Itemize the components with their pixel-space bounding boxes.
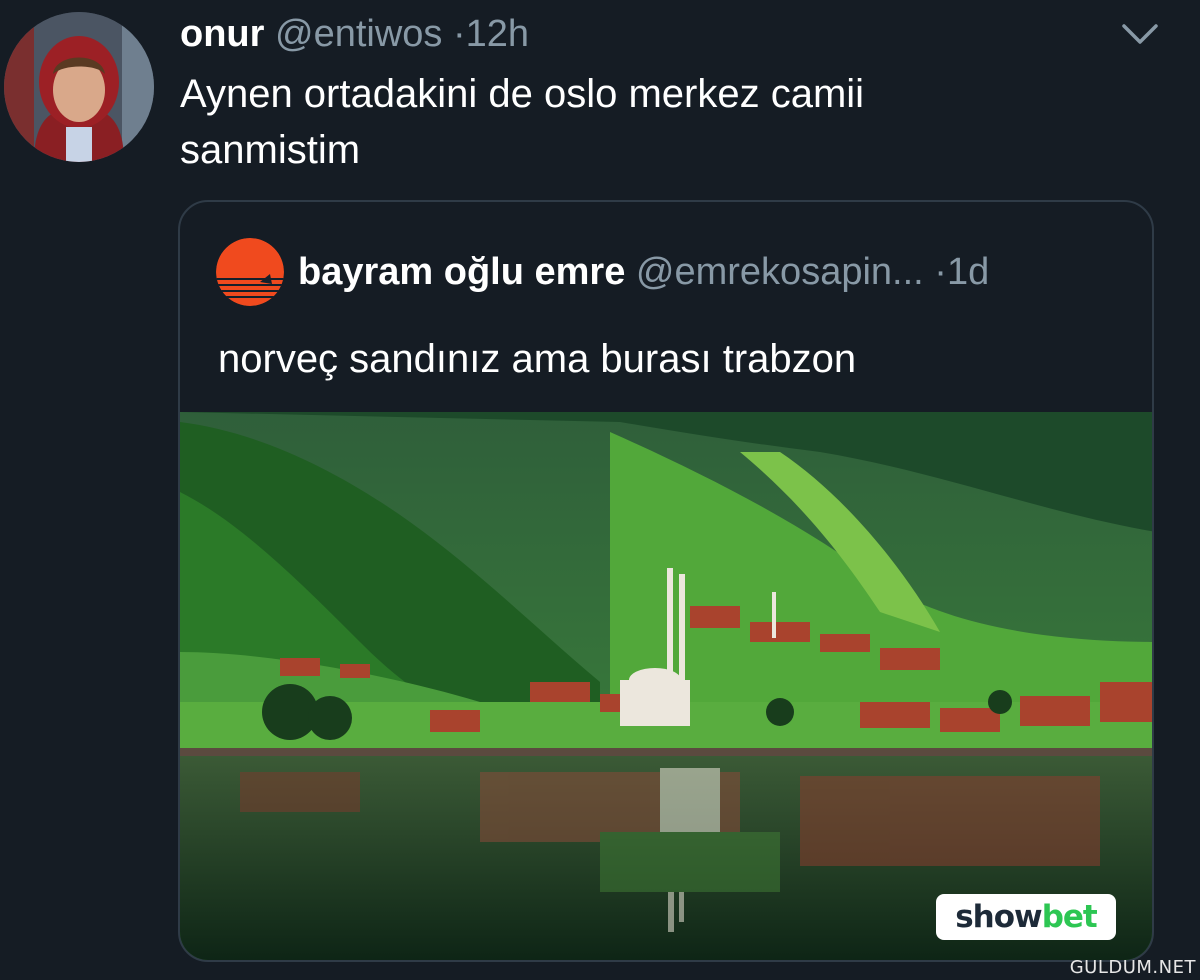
landscape-photo[interactable]: showbet <box>180 412 1152 960</box>
avatar[interactable] <box>4 12 154 162</box>
quoted-avatar[interactable] <box>216 238 284 306</box>
watermark: GULDUM.NET <box>1069 957 1196 978</box>
logo-text-show: show <box>955 899 1042 935</box>
quoted-author-name[interactable]: bayram oğlu emre <box>298 251 625 293</box>
quoted-tweet[interactable]: bayram oğlu emre @emrekosapin... ·1d nor… <box>178 200 1154 962</box>
tweet-text: Aynen ortadakini de oslo merkez camii sa… <box>180 66 1060 178</box>
tweet: onur @entiwos ·12h Aynen ortadakini de o… <box>0 0 1200 980</box>
chevron-down-icon[interactable] <box>1120 20 1160 50</box>
timestamp[interactable]: 12h <box>466 13 529 55</box>
separator-dot: · <box>452 13 466 55</box>
separator-dot: · <box>934 251 947 293</box>
author-name[interactable]: onur <box>180 13 264 55</box>
tweet-text-line: sanmistim <box>180 128 361 172</box>
author-handle[interactable]: @entiwos <box>275 13 442 55</box>
tweet-header: onur @entiwos ·12h <box>180 12 529 56</box>
quoted-timestamp[interactable]: 1d <box>947 251 989 293</box>
quoted-text: norveç sandınız ama burası trabzon <box>218 337 857 381</box>
showbet-logo: showbet <box>936 894 1116 940</box>
tweet-text-line: Aynen ortadakini de oslo merkez camii <box>180 72 865 116</box>
quoted-author-handle[interactable]: @emrekosapin... <box>636 251 924 293</box>
logo-text-bet: bet <box>1041 899 1098 935</box>
quoted-header: bayram oğlu emre @emrekosapin... ·1d <box>298 250 989 294</box>
